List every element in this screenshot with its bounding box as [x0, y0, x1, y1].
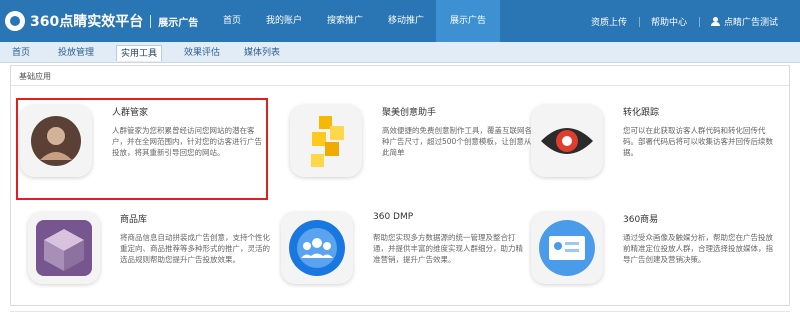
brand-subtitle: 展示广告	[158, 17, 199, 29]
nav-mobile-promotion[interactable]: 移动推广	[376, 0, 436, 42]
sub-nav: 首页 投放管理 实用工具 效果评估 媒体列表	[0, 42, 800, 63]
app-card-360-dmp[interactable]: 360 DMP 帮助您实现多方数据源的统一管理及整合打通，并提供丰富的维度实现人…	[281, 212, 531, 304]
qualification-upload-link[interactable]: 资质上传	[579, 15, 639, 28]
panel-bottom-divider	[10, 311, 790, 319]
main-nav: 首页 我的账户 搜索推广 移动推广 展示广告	[210, 0, 500, 42]
card-title: 360 DMP	[373, 212, 414, 222]
puzzle-blocks-icon	[290, 105, 362, 177]
help-center-link[interactable]: 帮助中心	[638, 15, 699, 28]
card-title: 商品库	[120, 215, 148, 225]
eye-icon	[531, 105, 603, 177]
user-icon	[710, 16, 720, 26]
nav-display-ads[interactable]: 展示广告	[436, 0, 500, 42]
section-title: 基础应用	[19, 72, 51, 81]
brand-divider	[150, 14, 152, 28]
logo-icon	[5, 11, 25, 31]
card-title: 360商易	[623, 215, 659, 225]
card-description: 通过受众画像及触媒分析，帮助您在广告投放前精准定位投放人群，合理选择投放媒体，指…	[623, 233, 773, 264]
selection-highlight	[16, 98, 268, 200]
nav-my-account[interactable]: 我的账户	[254, 0, 314, 42]
subtab-media-list[interactable]: 媒体列表	[238, 45, 286, 61]
brand-name: 360点睛实效平台	[30, 14, 144, 30]
card-title: 聚美创意助手	[382, 108, 437, 118]
app-card-product-library[interactable]: 商品库 将商品信息自动拼装成广告创意，支持个性化重定向、商品推荐等多种形式的推广…	[28, 212, 278, 304]
nav-search-promotion[interactable]: 搜索推广	[314, 0, 376, 42]
subtab-effect-evaluation[interactable]: 效果评估	[178, 45, 226, 61]
card-description: 帮助您实现多方数据源的统一管理及整合打通，并提供丰富的维度实现人群细分，助力精准…	[373, 233, 523, 264]
cube-box-icon	[28, 212, 100, 284]
card-description: 将商品信息自动拼装成广告创意，支持个性化重定向、商品推荐等多种形式的推广，灵活的…	[120, 233, 270, 264]
app-card-conversion-tracking[interactable]: 转化跟踪 您可以在此获取访客人群代码和转化回传代码。部署代码后将可以收集访客并回…	[531, 105, 781, 197]
card-description: 高效便捷的免费创意制作工具，覆盖互联网各种广告尺寸，超过500个创意模板，让创意…	[382, 126, 532, 157]
subtab-home[interactable]: 首页	[9, 45, 33, 61]
header-right-links: 资质上传 帮助中心 点睛广告测试	[579, 0, 790, 42]
subtab-practical-tools[interactable]: 实用工具	[116, 45, 162, 61]
user-menu[interactable]: 点睛广告测试	[698, 15, 790, 28]
app-card-360-shangyi[interactable]: 360商易 通过受众画像及触媒分析，帮助您在广告投放前精准定位投放人群，合理选择…	[531, 212, 781, 304]
top-header: 360点睛实效平台 展示广告 首页 我的账户 搜索推广 移动推广 展示广告 资质…	[0, 0, 800, 42]
card-description: 您可以在此获取访客人群代码和转化回传代码。部署代码后将可以收集访客并回传后续数据…	[623, 126, 773, 157]
subtab-delivery-management[interactable]: 投放管理	[52, 45, 100, 61]
user-name: 点睛广告测试	[723, 17, 778, 28]
id-card-icon	[531, 212, 603, 284]
people-group-icon	[281, 212, 353, 284]
panel-header: 基础应用	[11, 66, 789, 86]
brand-logo[interactable]: 360点睛实效平台 展示广告	[5, 9, 198, 33]
card-title: 转化跟踪	[623, 108, 660, 118]
nav-home[interactable]: 首页	[210, 0, 254, 42]
app-card-creative-assistant[interactable]: 聚美创意助手 高效便捷的免费创意制作工具，覆盖互联网各种广告尺寸，超过500个创…	[290, 105, 540, 197]
